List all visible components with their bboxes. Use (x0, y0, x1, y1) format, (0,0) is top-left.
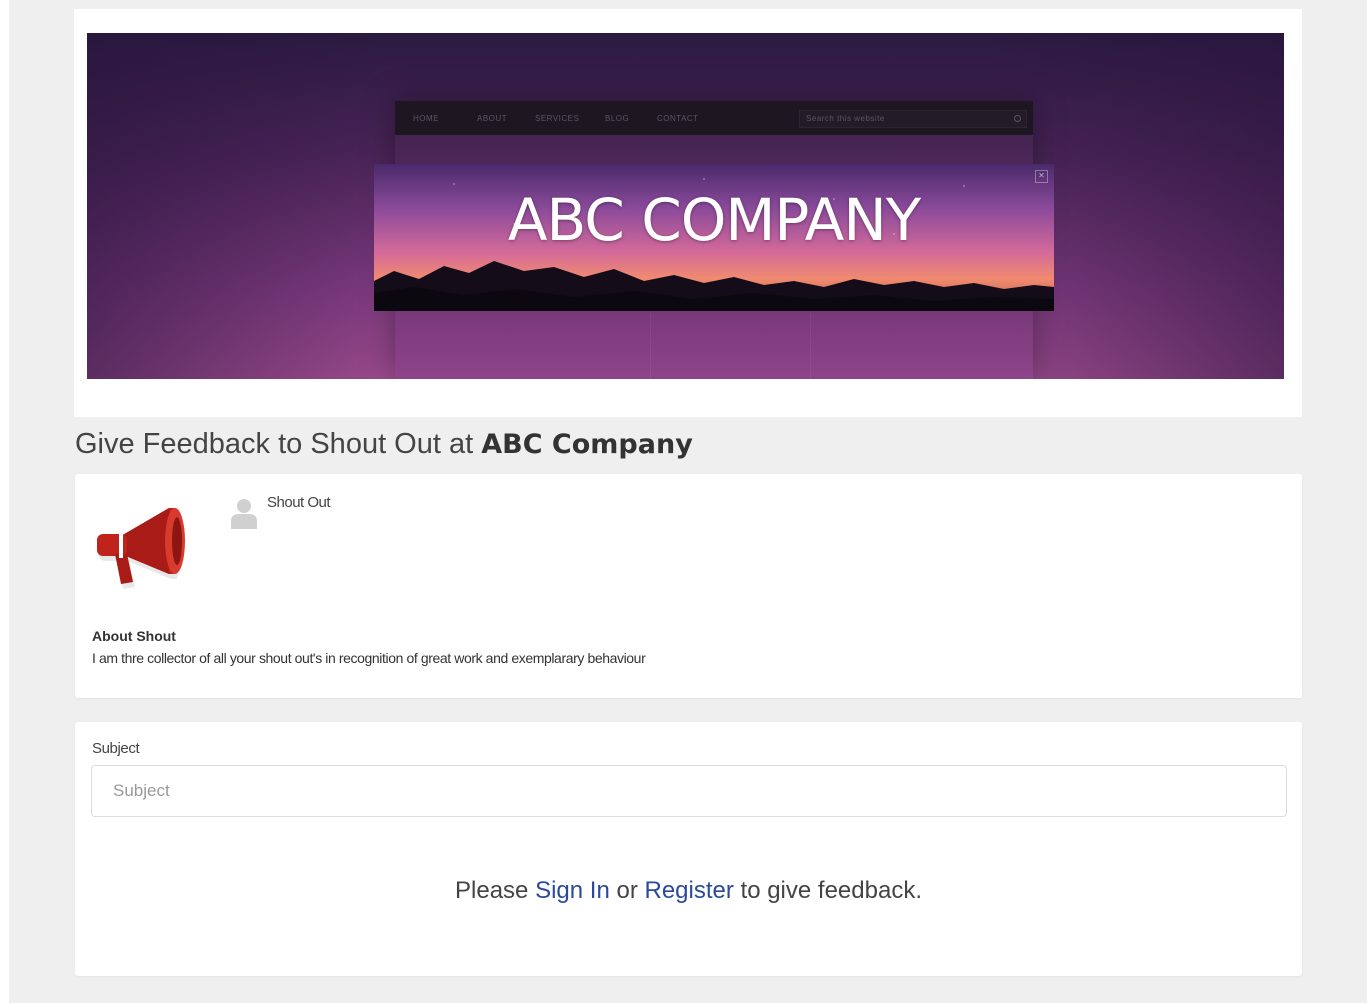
subject-label: Subject (92, 740, 140, 757)
mockup-search-icon (1014, 115, 1021, 122)
mockup-nav-item: BLOG (605, 114, 630, 123)
page: HOME ABOUT SERVICES BLOG CONTACT Search … (9, 0, 1367, 1003)
page-title-company: ABC Company (481, 429, 693, 460)
banner-card: HOME ABOUT SERVICES BLOG CONTACT Search … (74, 9, 1302, 417)
mockup-nav-item: SERVICES (535, 114, 580, 123)
feedback-form-card: Subject Please Sign In or Register to gi… (75, 722, 1302, 976)
mockup-nav-item: CONTACT (657, 114, 699, 123)
prompt-text: Please (455, 877, 536, 904)
mockup-divider (650, 313, 651, 379)
prompt-text: to give feedback. (733, 877, 922, 904)
mockup-nav-item: HOME (413, 114, 439, 123)
mockup-divider (810, 313, 811, 379)
hero-image: ✕ ABC COMPANY (374, 164, 1054, 311)
hero-title: ABC COMPANY (507, 186, 921, 254)
profile-name: Shout Out (267, 494, 331, 511)
megaphone-icon (97, 508, 185, 589)
sign-in-prompt: Please Sign In or Register to give feedb… (75, 877, 1302, 905)
about-description: I am thre collector of all your shout ou… (92, 650, 646, 666)
mockup-search-placeholder: Search this website (806, 114, 885, 123)
subject-input[interactable] (91, 765, 1287, 817)
page-title: Give Feedback to Shout Out at ABC Compan… (75, 428, 693, 461)
close-icon: ✕ (1035, 170, 1048, 183)
mockup-nav-item: ABOUT (477, 114, 508, 123)
profile-card: Shout Out About Shout I am thre collecto… (75, 474, 1302, 698)
mockup-search-box: Search this website (799, 110, 1027, 128)
about-label: About Shout (92, 628, 176, 644)
company-banner: HOME ABOUT SERVICES BLOG CONTACT Search … (87, 33, 1284, 379)
user-icon (231, 499, 257, 529)
sign-in-link[interactable]: Sign In (535, 877, 610, 904)
mockup-nav-bar: HOME ABOUT SERVICES BLOG CONTACT Search … (395, 101, 1033, 135)
register-link[interactable]: Register (644, 877, 733, 904)
page-title-prefix: Give Feedback to Shout Out at (75, 428, 482, 460)
prompt-text: or (609, 877, 645, 904)
